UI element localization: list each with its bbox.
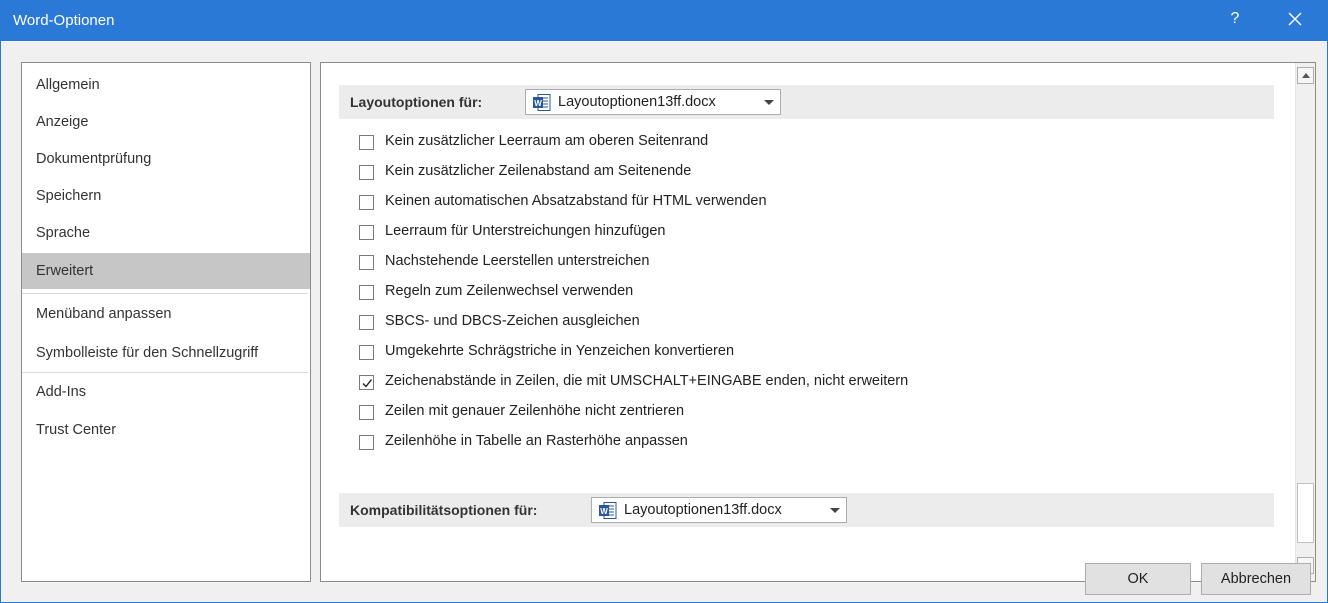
layout-option-row[interactable]: Zeilenhöhe in Tabelle an Rasterhöhe anpa…	[359, 431, 1259, 455]
option-checkbox[interactable]	[359, 435, 374, 450]
compat-options-label: Kompatibilitätsoptionen für:	[350, 502, 538, 518]
sidebar-item-trust-center[interactable]: Trust Center	[22, 412, 310, 448]
layout-document-select[interactable]: W Layoutoptionen13ff.docx	[525, 89, 781, 115]
sidebar-item-allgemein[interactable]: Allgemein	[22, 67, 310, 103]
layout-option-row[interactable]: Nachstehende Leerstellen unterstreichen	[359, 251, 1259, 275]
option-checkbox[interactable]	[359, 225, 374, 240]
sidebar-item-menueband-anpassen[interactable]: Menüband anpassen	[22, 296, 310, 332]
arrow-up-icon	[1302, 73, 1310, 78]
option-label: Kein zusätzlicher Zeilenabstand am Seite…	[385, 163, 692, 179]
compat-document-select[interactable]: W Layoutoptionen13ff.docx	[591, 497, 847, 523]
sidebar-divider	[22, 372, 308, 373]
layout-options-header: Layoutoptionen für: W Layoutoptionen13ff…	[339, 85, 1274, 119]
sidebar-item-dokumentpruefung[interactable]: Dokumentprüfung	[22, 141, 310, 177]
option-label: Zeilenhöhe in Tabelle an Rasterhöhe anpa…	[385, 433, 688, 449]
layout-option-row[interactable]: Kein zusätzlicher Leerraum am oberen Sei…	[359, 131, 1259, 155]
option-checkbox[interactable]	[359, 285, 374, 300]
chevron-down-icon	[764, 100, 774, 105]
chevron-down-icon	[830, 508, 840, 513]
compat-options-header: Kompatibilitätsoptionen für: W Layoutopt…	[339, 493, 1274, 527]
svg-text:W: W	[600, 507, 608, 516]
option-label: Regeln zum Zeilenwechsel verwenden	[385, 283, 634, 299]
option-label: Kein zusätzlicher Leerraum am oberen Sei…	[385, 133, 709, 149]
title-bar: Word-Optionen ?	[1, 0, 1328, 41]
option-checkbox[interactable]	[359, 345, 374, 360]
layout-option-row[interactable]: SBCS- und DBCS-Zeichen ausgleichen	[359, 311, 1259, 335]
layout-option-row[interactable]: Zeilen mit genauer Zeilenhöhe nicht zent…	[359, 401, 1259, 425]
option-checkbox[interactable]	[359, 135, 374, 150]
option-label: Zeichenabstände in Zeilen, die mit UMSCH…	[385, 373, 909, 389]
option-label: Nachstehende Leerstellen unterstreichen	[385, 253, 650, 269]
layout-option-row[interactable]: Umgekehrte Schrägstriche in Yenzeichen k…	[359, 341, 1259, 365]
option-label: Umgekehrte Schrägstriche in Yenzeichen k…	[385, 343, 735, 359]
ok-button[interactable]: OK	[1085, 563, 1191, 595]
sidebar-item-add-ins[interactable]: Add-Ins	[22, 374, 310, 410]
svg-text:W: W	[534, 99, 542, 108]
sidebar-item-erweitert[interactable]: Erweitert	[22, 253, 310, 289]
layout-option-row[interactable]: Regeln zum Zeilenwechsel verwenden	[359, 281, 1259, 305]
option-label: Zeilen mit genauer Zeilenhöhe nicht zent…	[385, 403, 685, 419]
option-label: Keinen automatischen Absatzabstand für H…	[385, 193, 767, 209]
option-checkbox[interactable]	[359, 165, 374, 180]
sidebar-item-sprache[interactable]: Sprache	[22, 215, 310, 251]
option-checkbox[interactable]	[359, 255, 374, 270]
layout-options-label: Layoutoptionen für:	[350, 94, 483, 110]
checkmark-icon	[362, 379, 373, 388]
layout-option-row[interactable]: Leerraum für Unterstreichungen hinzufüge…	[359, 221, 1259, 245]
help-button[interactable]: ?	[1225, 10, 1245, 28]
close-icon[interactable]	[1285, 9, 1305, 29]
option-checkbox[interactable]	[359, 405, 374, 420]
word-document-icon: W	[599, 502, 617, 519]
word-document-icon: W	[533, 94, 551, 111]
layout-option-row[interactable]: Keinen automatischen Absatzabstand für H…	[359, 191, 1259, 215]
word-options-dialog: Word-Optionen ? Allgemein Anzeige Dokume…	[0, 0, 1328, 603]
layout-option-row[interactable]: Zeichenabstände in Zeilen, die mit UMSCH…	[359, 371, 1259, 395]
scroll-thumb[interactable]	[1297, 483, 1314, 543]
option-label: SBCS- und DBCS-Zeichen ausgleichen	[385, 313, 640, 329]
cancel-button[interactable]: Abbrechen	[1201, 563, 1311, 595]
vertical-scrollbar[interactable]	[1295, 63, 1315, 581]
scroll-up-button[interactable]	[1297, 67, 1314, 84]
compat-document-name: Layoutoptionen13ff.docx	[624, 502, 782, 518]
layout-option-row[interactable]: Kein zusätzlicher Zeilenabstand am Seite…	[359, 161, 1259, 185]
option-checkbox[interactable]	[359, 375, 374, 390]
layout-document-name: Layoutoptionen13ff.docx	[558, 94, 716, 110]
option-checkbox[interactable]	[359, 315, 374, 330]
options-sidebar: Allgemein Anzeige Dokumentprüfung Speich…	[21, 62, 311, 582]
sidebar-divider	[22, 293, 308, 294]
option-label: Leerraum für Unterstreichungen hinzufüge…	[385, 223, 666, 239]
sidebar-item-symbolleiste[interactable]: Symbolleiste für den Schnellzugriff	[22, 335, 310, 371]
options-content-panel: Layoutoptionen für: W Layoutoptionen13ff…	[320, 62, 1316, 582]
option-checkbox[interactable]	[359, 195, 374, 210]
sidebar-item-speichern[interactable]: Speichern	[22, 178, 310, 214]
sidebar-item-anzeige[interactable]: Anzeige	[22, 104, 310, 140]
window-title: Word-Optionen	[13, 12, 115, 29]
